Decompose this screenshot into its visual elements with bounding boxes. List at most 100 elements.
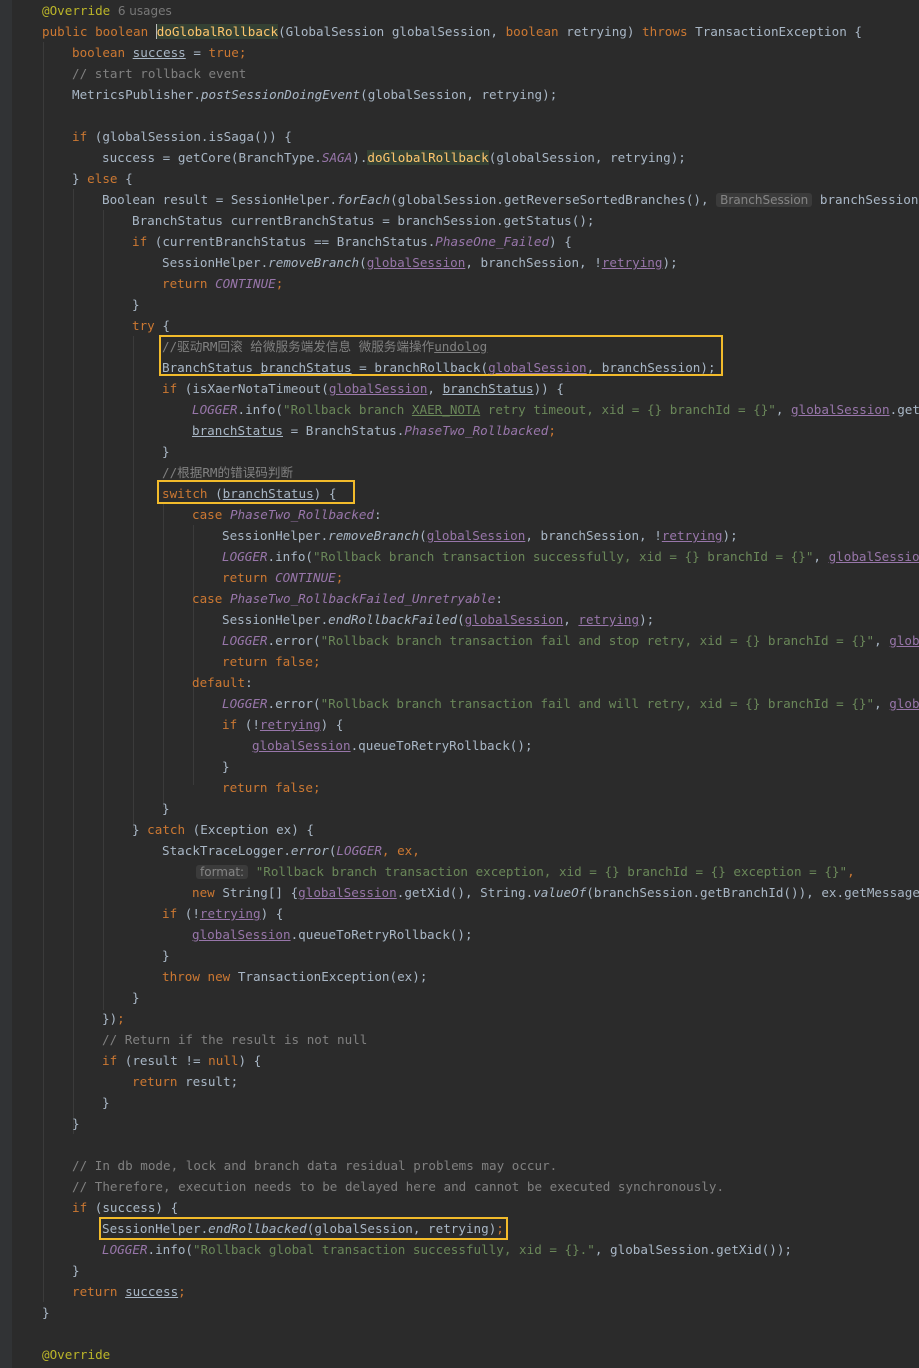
code-line-54: } [72, 1113, 919, 1134]
code-text: ). [352, 150, 368, 165]
code-line-41: StackTraceLogger.error(LOGGER, ex, [162, 840, 919, 861]
code-text: ) { [313, 486, 337, 501]
code-line-11: BranchStatus currentBranchStatus = branc… [132, 210, 919, 231]
captured-variable: globalSession [828, 549, 919, 564]
code-line-16: try { [132, 315, 919, 336]
override-annotation: @Override [42, 1347, 111, 1362]
code-line-52: return result; [132, 1071, 919, 1092]
code-text: } [162, 948, 170, 963]
indent-guide [133, 336, 134, 828]
code-line-28: return CONTINUE; [222, 567, 919, 588]
enum-constant: PhaseTwo_Rollbacked [404, 423, 549, 438]
code-line-49: }); [102, 1008, 919, 1029]
enum-constant: CONTINUE [275, 570, 336, 585]
string-literal: retry timeout, xid = {} branchId = {}" [480, 402, 776, 417]
method-name-do-global-rollback[interactable]: doGlobalRollback [156, 24, 279, 39]
param-hint-branch-session[interactable]: BranchSession [716, 193, 813, 207]
param-hint-format[interactable]: format: [196, 865, 249, 879]
keyword: else [87, 171, 118, 186]
code-line-38: return false; [222, 777, 919, 798]
indent-guide [163, 504, 164, 807]
code-line-29: case PhaseTwo_RollbackFailed_Unretryable… [192, 588, 919, 609]
string-literal: "Rollback branch [283, 402, 412, 417]
code-text: retrying) [558, 24, 643, 39]
keyword: null [208, 1053, 239, 1068]
code-text: } [42, 1305, 50, 1320]
enum-constant: PhaseOne_Failed [435, 234, 550, 249]
code-text: : [374, 507, 382, 522]
method-usage-highlight: doGlobalRollback [367, 150, 489, 165]
code-text: ) { [238, 1053, 262, 1068]
code-line-59: SessionHelper.endRollbacked(globalSessio… [102, 1218, 919, 1239]
code-text: } [102, 1095, 110, 1110]
logger-constant: LOGGER [222, 633, 268, 648]
code-line-36: globalSession.queueToRetryRollback(); [252, 735, 919, 756]
keyword: false [275, 780, 314, 795]
code-line-56: // In db mode, lock and branch data resi… [72, 1155, 919, 1176]
code-text: } [72, 171, 88, 186]
code-text: (branchSession.getBranchId()), ex.getMes… [586, 885, 919, 900]
variable-branch-status: branchStatus [442, 381, 534, 396]
captured-variable: globalSession [464, 612, 564, 627]
code-line-12: if (currentBranchStatus == BranchStatus.… [132, 231, 919, 252]
code-text: BranchStatus [162, 360, 261, 375]
keyword: if [162, 906, 178, 921]
code-text: , [563, 612, 579, 627]
keyword: return [222, 654, 268, 669]
code-editor[interactable]: @Override 6 usages public boolean doGlob… [0, 0, 919, 1368]
code-text: ) { [320, 717, 344, 732]
captured-variable: globalSession [252, 738, 351, 753]
code-text: ; [335, 570, 344, 585]
code-line-8: success = getCore(BranchType.SAGA).doGlo… [102, 147, 919, 168]
logger-constant: LOGGER [102, 1242, 148, 1257]
captured-variable: globalSession [366, 255, 466, 270]
string-literal: "Rollback branch transaction exception, … [255, 864, 848, 879]
code-text: .info( [237, 402, 284, 417]
code-line-18: BranchStatus branchStatus = branchRollba… [162, 357, 919, 378]
code-text: ); [639, 612, 655, 627]
code-text: ; [313, 654, 321, 669]
keyword: return [72, 1284, 118, 1299]
code-text: : [245, 675, 253, 690]
code-text: ; [117, 1011, 125, 1026]
usages-hint[interactable]: 6 usages [118, 4, 172, 18]
code-line-51: if (result != null) { [102, 1050, 919, 1071]
keyword: return [222, 570, 268, 585]
code-text: ; [548, 423, 556, 438]
captured-variable: globalSession [791, 402, 890, 417]
keyword: return [162, 276, 208, 291]
code-line-62: return success; [72, 1281, 919, 1302]
keyword: default [192, 675, 246, 690]
code-text: (! [177, 906, 200, 921]
indent-guide [43, 42, 44, 1302]
code-text: = branchRollback( [351, 360, 489, 375]
code-text: = BranchStatus. [283, 423, 405, 438]
code-text: SessionHelper. [222, 528, 329, 543]
code-text: (globalSession, retrying); [360, 87, 558, 102]
keyword: catch [147, 822, 186, 837]
code-text: (isXaerNotaTimeout( [177, 381, 329, 396]
comment: // Therefore, execution needs to be dela… [72, 1179, 725, 1194]
captured-variable: globalSession [192, 927, 291, 942]
code-text: ; [178, 1284, 186, 1299]
code-text: , [427, 381, 443, 396]
code-line-3: boolean success = true; [72, 42, 919, 63]
code-text: , [847, 864, 855, 879]
code-text: , ex, [381, 843, 420, 858]
static-method: endRollbacked [208, 1221, 307, 1236]
string-literal: "Rollback branch transaction fail and st… [320, 633, 875, 648]
comment: //根据RM的错误码判断 [162, 465, 294, 480]
code-text: success = getCore(BranchType. [102, 150, 322, 165]
keyword: return [132, 1074, 178, 1089]
keyword: case [192, 507, 223, 522]
code-text: .info( [267, 549, 314, 564]
code-text: result; [177, 1074, 239, 1089]
code-text: (globalSession.isSaga()) { [87, 129, 292, 144]
enum-constant: SAGA [321, 150, 353, 165]
comment: // In db mode, lock and branch data resi… [72, 1158, 558, 1173]
code-line-43: new String[] {globalSession.getXid(), St… [192, 882, 919, 903]
indent-guide [103, 210, 104, 1010]
code-text: .queueToRetryRollback(); [350, 738, 533, 753]
keyword: false [275, 654, 314, 669]
code-line-17: //驱动RM回滚 给微服务端发信息 微服务端操作undolog [162, 336, 919, 357]
